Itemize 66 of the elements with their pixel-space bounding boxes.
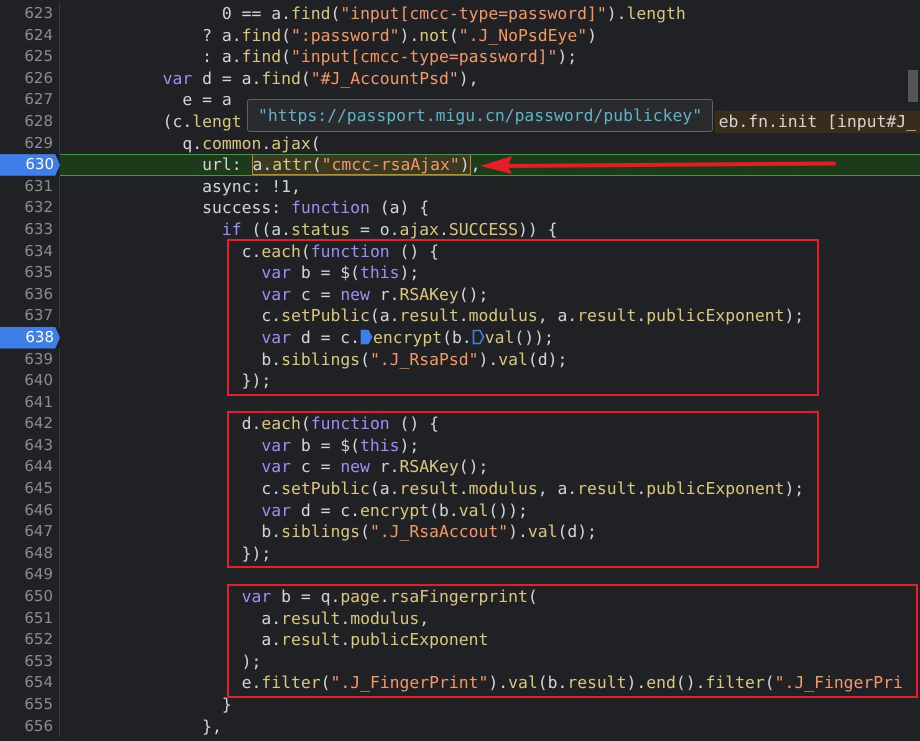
code-line: ); <box>240 650 262 672</box>
code-line: q.common.ajax( <box>181 132 321 154</box>
code-line: d.each(function () { <box>240 413 440 435</box>
code-line: } <box>220 694 232 716</box>
line-number[interactable]: 651 <box>0 608 60 630</box>
code-line: if ((a.status = o.ajax.SUCCESS)) { <box>220 218 558 241</box>
code-line: e.filter(".J_FingerPrint").val(b.result).end().filter(".J_FingerPri <box>240 672 903 694</box>
line-number[interactable]: 645 <box>0 478 60 500</box>
code-line: var d = a.find("#J_AccountPsd"), <box>162 68 479 90</box>
code-line: var d = c.encrypt(b.val()); <box>260 500 528 522</box>
code-line: ? a.find(":password").not(".J_NoPsdEye") <box>201 24 597 46</box>
code-line: }); <box>240 370 272 392</box>
code-line: c.setPublic(a.result.modulus, a.result.publicExponent); <box>260 478 804 500</box>
breakpoint-line-number[interactable]: 630 <box>0 154 60 176</box>
code-line: (c.lengt <box>162 110 242 133</box>
line-number[interactable]: 642 <box>0 413 60 435</box>
code-line: b.siblings(".J_RsaPsd").val(d); <box>260 348 568 370</box>
line-number[interactable]: 650 <box>0 586 60 608</box>
line-number[interactable]: 649 <box>0 564 60 586</box>
line-number[interactable]: 655 <box>0 694 60 716</box>
line-number[interactable]: 654 <box>0 672 60 694</box>
code-line: }, <box>201 716 222 738</box>
code-line: var d = c. encrypt(b. val()); <box>260 326 554 348</box>
line-number[interactable]: 628 <box>0 110 60 133</box>
line-number[interactable]: 626 <box>0 68 60 90</box>
code-line: a.result.modulus, <box>260 608 430 630</box>
breakpoint-line-number[interactable]: 638 <box>0 326 60 348</box>
line-number[interactable]: 640 <box>0 370 60 392</box>
code-line: var c = new r.RSAKey(); <box>260 284 488 306</box>
line-number[interactable]: 653 <box>0 650 60 672</box>
line-number[interactable]: 656 <box>0 716 60 738</box>
line-number[interactable]: 644 <box>0 456 60 478</box>
line-number[interactable]: 646 <box>0 500 60 522</box>
code-line: }); <box>240 542 272 564</box>
code-line: a.result.publicExponent <box>260 629 488 651</box>
code-line: b.siblings(".J_RsaAccout").val(d); <box>260 521 597 543</box>
code-line: async: !1, <box>201 176 301 198</box>
line-number[interactable]: 624 <box>0 24 60 46</box>
line-number[interactable]: 633 <box>0 218 60 241</box>
line-number[interactable]: 639 <box>0 348 60 370</box>
line-number[interactable]: 641 <box>0 392 60 414</box>
code-line: c.setPublic(a.result.modulus, a.result.publicExponent); <box>260 305 804 327</box>
line-number[interactable]: 627 <box>0 89 60 111</box>
line-number[interactable]: 635 <box>0 262 60 284</box>
code-line: 0 == a.find("input[cmcc-type=password]").length <box>220 3 686 25</box>
line-number[interactable]: 647 <box>0 521 60 543</box>
line-number[interactable]: 634 <box>0 240 60 262</box>
code-line: success: function (a) { <box>201 197 430 219</box>
code-line: var c = new r.RSAKey(); <box>260 456 488 478</box>
value-tooltip: "https://passport.migu.cn/password/publickey" <box>247 99 714 132</box>
line-number[interactable]: 625 <box>0 46 60 68</box>
line-number[interactable]: 652 <box>0 629 60 651</box>
code-line: var b = $(this); <box>260 434 420 456</box>
code-line: e = a <box>181 89 232 111</box>
code-line: : a.find("input[cmcc-type=password]"); <box>201 46 578 68</box>
code-line: var b = q.page.rsaFingerprint( <box>240 586 538 608</box>
code-line: c.each(function () { <box>240 240 440 262</box>
inline-value: eb.fn.init [input#J_ <box>714 110 920 133</box>
line-number[interactable]: 643 <box>0 434 60 456</box>
line-number[interactable]: 631 <box>0 176 60 198</box>
line-number[interactable]: 623 <box>0 3 60 25</box>
code-line: var b = $(this); <box>260 262 420 284</box>
line-number[interactable]: 636 <box>0 284 60 306</box>
line-number[interactable]: 632 <box>0 197 60 219</box>
scrollbar-thumb[interactable] <box>908 70 918 102</box>
line-number[interactable]: 648 <box>0 542 60 564</box>
